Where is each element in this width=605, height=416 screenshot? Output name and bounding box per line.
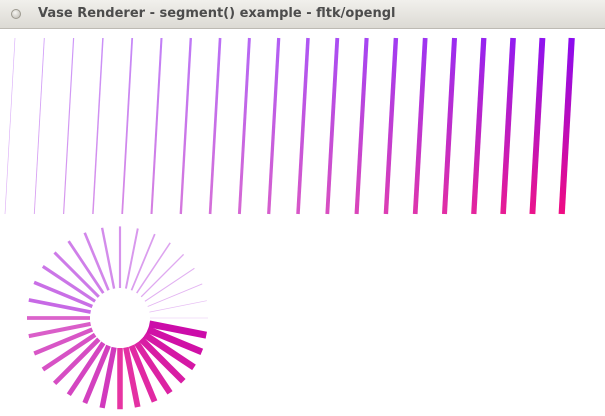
parallel-segment <box>33 37 45 215</box>
window-title: Vase Renderer - segment() example - fltk… <box>38 6 396 21</box>
parallel-segment <box>237 37 251 215</box>
parallel-segment <box>500 37 516 215</box>
parallel-segment <box>325 37 340 215</box>
parallel-segment <box>150 37 163 215</box>
parallel-segment <box>208 37 222 215</box>
title-bar[interactable]: Vase Renderer - segment() example - fltk… <box>0 0 605 29</box>
parallel-segment <box>179 37 192 215</box>
parallel-segment <box>558 37 575 215</box>
render-canvas <box>4 37 575 410</box>
close-window-button[interactable] <box>11 9 21 19</box>
parallel-segment <box>412 37 428 215</box>
parallel-segment <box>267 37 281 215</box>
parallel-segment <box>63 37 75 215</box>
parallel-segment <box>296 37 310 215</box>
app-window: Vase Renderer - segment() example - fltk… <box>0 0 605 416</box>
radial-segment <box>136 242 171 294</box>
parallel-segment <box>383 37 399 215</box>
parallel-segment <box>441 37 458 215</box>
parallel-segment <box>529 37 546 215</box>
parallel-segment <box>121 37 134 215</box>
parallel-segment <box>92 37 104 215</box>
parallel-segment <box>471 37 487 215</box>
parallel-segment <box>4 37 16 215</box>
parallel-segment <box>354 37 369 215</box>
